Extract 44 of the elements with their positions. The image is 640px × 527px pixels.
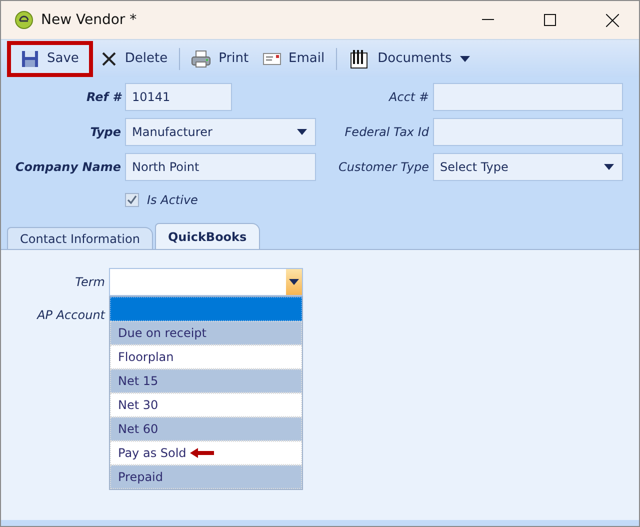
dropdown-option[interactable]: Net 60 — [110, 417, 302, 441]
save-button[interactable]: Save — [7, 40, 93, 76]
close-icon[interactable] — [606, 14, 618, 26]
tab[interactable]: QuickBooks — [154, 223, 260, 249]
tab[interactable]: Contact Information — [7, 227, 153, 249]
input-field[interactable]: 10141 — [125, 83, 232, 111]
dropdown-field[interactable]: Manufacturer — [125, 118, 316, 146]
email-button[interactable]: Email — [256, 46, 331, 72]
caret-icon — [289, 279, 299, 285]
field-label: Ref # — [85, 90, 123, 104]
caret-icon — [460, 56, 470, 62]
dropdown-option[interactable]: Net 30 — [110, 393, 302, 417]
field-label: Customer Type — [338, 160, 430, 174]
dropdown-field[interactable]: Select Type — [433, 153, 623, 181]
dropdown-option[interactable]: Floorplan — [110, 345, 302, 369]
dropdown-option[interactable]: Due on receipt — [110, 321, 302, 345]
maximize-icon[interactable] — [544, 14, 556, 26]
input-field[interactable]: North Point — [125, 153, 316, 181]
close-x-icon — [100, 50, 117, 66]
checkbox[interactable] — [125, 193, 139, 207]
field-label: Company Name — [14, 160, 122, 174]
field-label: AP Account — [36, 307, 106, 322]
app-logo-icon — [15, 11, 33, 29]
input-field[interactable] — [433, 118, 623, 146]
checkbox-label: Is Active — [147, 193, 199, 207]
dropdown-caret-icon — [297, 129, 307, 135]
printer-icon — [190, 50, 211, 68]
input-field[interactable] — [433, 83, 623, 111]
field-label: Term — [74, 275, 106, 289]
dropdown-option[interactable]: Net 15 — [110, 369, 302, 393]
dropdown-caret-icon — [604, 164, 614, 170]
minimize-icon[interactable] — [482, 19, 494, 21]
field-label: Type — [89, 125, 122, 139]
binder-clip-icon — [348, 48, 370, 68]
documents-button[interactable]: Documents — [342, 46, 476, 72]
dropdown-option[interactable]: Prepaid — [110, 465, 302, 489]
print-button[interactable]: Print — [184, 46, 255, 72]
field-label: Acct # — [388, 90, 430, 104]
delete-button[interactable]: Delete — [94, 46, 174, 72]
dropdown-option[interactable]: Pay as Sold — [110, 441, 302, 465]
envelope-icon — [262, 52, 281, 64]
dropdown-button[interactable] — [286, 269, 302, 295]
field-label: Federal Tax Id — [344, 125, 430, 139]
window-title: New Vendor * — [41, 12, 138, 28]
